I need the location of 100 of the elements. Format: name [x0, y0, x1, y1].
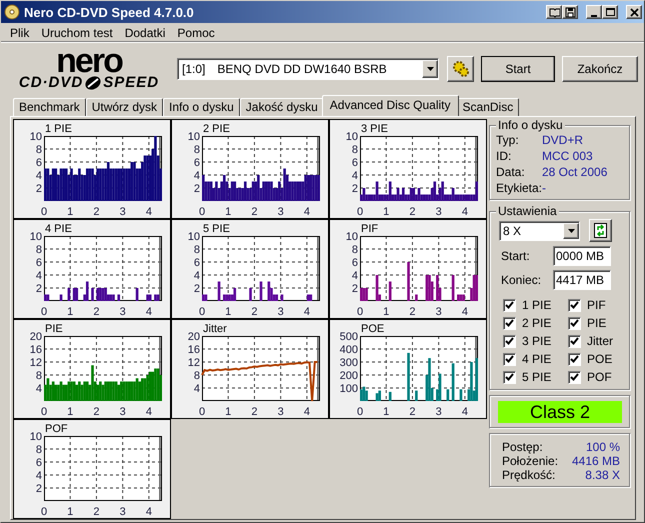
- stat-label: Postęp:: [502, 440, 544, 454]
- axis-tick-label: 6: [36, 157, 42, 169]
- axis-tick-label: 1: [225, 206, 232, 218]
- field-value: DVD+R: [542, 133, 584, 147]
- axis-tick-label: 1: [383, 306, 390, 318]
- axis-tick-label: 4: [462, 306, 468, 318]
- axis-tick-label: 8: [36, 144, 42, 156]
- window-title: Nero CD-DVD Speed 4.7.0.0: [24, 4, 195, 20]
- axis-tick-label: 6: [194, 157, 200, 169]
- axis-tick-label: 4: [36, 383, 42, 395]
- checkbox-label: Jitter: [587, 334, 614, 348]
- axis-tick-label: 400: [340, 344, 358, 356]
- axis-tick-label: 100: [340, 383, 358, 395]
- stat-value: 4416 MB: [572, 454, 620, 468]
- axis-tick-label: 2: [352, 183, 358, 195]
- axis-tick-label: 2: [194, 183, 200, 195]
- axis-tick-label: 1: [67, 406, 74, 418]
- axis-tick-label: 8: [352, 244, 358, 256]
- checkbox-label: PIF: [587, 298, 606, 312]
- axis-tick-label: 2: [36, 483, 42, 495]
- axis-tick-label: 0: [356, 406, 364, 418]
- axis-tick-label: 3: [278, 406, 284, 418]
- axis-tick-label: 2: [251, 306, 258, 318]
- axis-tick-label: 1: [225, 306, 232, 318]
- axis-tick-label: 3: [436, 306, 442, 318]
- axis-tick-label: 1: [67, 306, 74, 318]
- axis-tick-label: 0: [198, 206, 206, 218]
- axis-tick-label: 0: [40, 206, 48, 218]
- axis-tick-label: 2: [93, 406, 100, 418]
- axis-tick-label: 1: [67, 506, 74, 518]
- checkbox-label: 3 PIE: [522, 334, 552, 348]
- axis-tick-label: 500: [340, 331, 358, 343]
- chart-title: 4 PIE: [45, 223, 72, 235]
- axis-tick-label: 2: [36, 183, 42, 195]
- axis-tick-label: 0: [40, 306, 48, 318]
- checkbox-label: 1 PIE: [522, 298, 552, 312]
- axis-tick-label: 4: [194, 170, 200, 182]
- field-label: ID:: [496, 149, 512, 163]
- axis-tick-label: 3: [120, 306, 126, 318]
- axis-tick-label: 2: [93, 206, 100, 218]
- chart-title: POE: [361, 323, 384, 335]
- field-label: Koniec:: [500, 273, 542, 287]
- checkbox-label: 4 PIE: [522, 352, 552, 366]
- axis-tick-label: 3: [436, 206, 442, 218]
- axis-tick-label: 1: [383, 206, 390, 218]
- axis-tick-label: 6: [36, 457, 42, 469]
- axis-tick-label: 3: [120, 506, 126, 518]
- chart-title: Jitter: [203, 323, 227, 335]
- field-label: Start:: [500, 249, 531, 263]
- axis-tick-label: 4: [304, 406, 310, 418]
- field-value: 28 Oct 2006: [542, 165, 608, 179]
- axis-tick-label: 0: [40, 506, 48, 518]
- logo-wordmark: nero: [56, 48, 122, 74]
- axis-tick-label: 300: [340, 357, 358, 369]
- quality-result: Class 2: [498, 401, 622, 423]
- axis-tick-label: 4: [146, 506, 152, 518]
- axis-tick-label: 4: [462, 206, 468, 218]
- chart-title: 2 PIE: [203, 123, 230, 135]
- axis-tick-label: 10: [30, 231, 42, 243]
- axis-tick-label: 4: [352, 170, 358, 182]
- axis-tick-label: 20: [188, 331, 200, 343]
- axis-tick-label: 4: [304, 206, 310, 218]
- field-label: Typ:: [496, 133, 520, 147]
- group-title: Ustawienia: [496, 204, 559, 218]
- axis-tick-label: 4: [304, 306, 310, 318]
- checkbox-label: POF: [587, 370, 612, 384]
- axis-tick-label: 4: [146, 206, 152, 218]
- axis-tick-label: 1: [383, 406, 390, 418]
- chart-title: 1 PIE: [45, 123, 72, 135]
- axis-tick-label: 3: [120, 406, 126, 418]
- checkbox-label: 5 PIE: [522, 370, 552, 384]
- axis-tick-label: 10: [188, 131, 200, 143]
- chart-title: POF: [45, 423, 68, 435]
- checkbox-label: PIE: [587, 316, 606, 330]
- axis-tick-label: 0: [356, 306, 364, 318]
- axis-tick-label: 0: [198, 306, 206, 318]
- axis-tick-label: 16: [188, 344, 200, 356]
- axis-tick-label: 4: [194, 383, 200, 395]
- axis-tick-label: 2: [36, 283, 42, 295]
- axis-tick-label: 6: [352, 157, 358, 169]
- axis-tick-label: 4: [36, 270, 42, 282]
- axis-tick-label: 4: [194, 270, 200, 282]
- axis-tick-label: 4: [146, 406, 152, 418]
- chart-title: 5 PIE: [203, 223, 230, 235]
- axis-tick-label: 8: [194, 144, 200, 156]
- axis-tick-label: 3: [278, 206, 284, 218]
- axis-tick-label: 8: [194, 370, 200, 382]
- axis-tick-label: 3: [436, 406, 442, 418]
- chart-title: 3 PIE: [361, 123, 388, 135]
- axis-tick-label: 10: [30, 131, 42, 143]
- stat-label: Prędkość:: [502, 468, 556, 482]
- axis-tick-label: 8: [36, 370, 42, 382]
- field-label: Data:: [496, 165, 526, 179]
- axis-tick-label: 2: [93, 306, 100, 318]
- axis-tick-label: 8: [352, 144, 358, 156]
- axis-tick-label: 200: [340, 370, 358, 382]
- axis-tick-label: 0: [356, 206, 364, 218]
- axis-tick-label: 2: [251, 206, 258, 218]
- axis-tick-label: 2: [352, 283, 358, 295]
- axis-tick-label: 10: [188, 231, 200, 243]
